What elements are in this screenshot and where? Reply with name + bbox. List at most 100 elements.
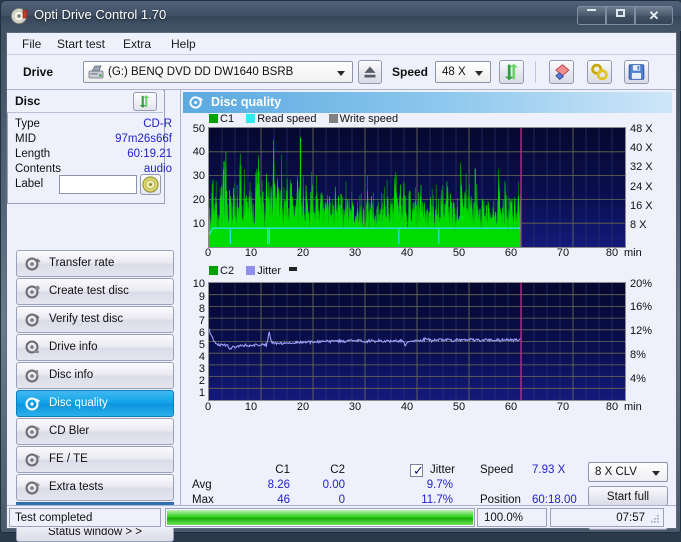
- minimize-button[interactable]: [577, 6, 606, 25]
- cd-disc-icon: [142, 176, 159, 193]
- save-disk-icon: [628, 64, 645, 80]
- menu-extra[interactable]: Extra: [117, 36, 157, 52]
- c1-chart: C1 Read speed Write speed 50 40 30 20 10…: [181, 113, 677, 248]
- start-full-button[interactable]: Start full: [588, 486, 668, 506]
- refresh-icon: [505, 63, 518, 81]
- sidebar-item-disc-quality[interactable]: Disc quality: [16, 390, 174, 417]
- eject-icon: [364, 66, 376, 78]
- c1-rtick-48x: 48 X: [630, 123, 653, 135]
- c2-rtick-4pct: 4%: [630, 373, 646, 385]
- stats-avg-c1: 8.26: [267, 479, 290, 491]
- stats-avg-jitter: 9.7%: [426, 479, 453, 491]
- disc-info-icon: [25, 369, 39, 383]
- c2-xtick-50: 50: [452, 401, 466, 413]
- c1-xtick-40: 40: [400, 247, 414, 259]
- tools-button[interactable]: [587, 60, 612, 84]
- c2-plot-area[interactable]: [208, 282, 626, 401]
- sidebar-item-drive-info[interactable]: Drive info: [16, 334, 174, 361]
- refresh-button[interactable]: [499, 60, 524, 84]
- save-button[interactable]: [624, 60, 649, 84]
- c1-ytick-10: 10: [192, 218, 205, 230]
- stats-speed-value: 7.93 X: [532, 464, 566, 476]
- disc-bler-icon: [25, 425, 40, 439]
- maximize-button[interactable]: [606, 6, 635, 25]
- disc-info-icon: [25, 340, 39, 354]
- c1-xtick-30: 30: [348, 247, 362, 259]
- c1-xaxis-unit: min: [624, 247, 642, 259]
- write-speed-select[interactable]: 8 X CLV: [588, 462, 668, 482]
- disc-label-input[interactable]: [59, 175, 137, 194]
- menu-help[interactable]: Help: [165, 36, 202, 52]
- c2-ytick-8: 8: [198, 303, 205, 315]
- chevron-down-icon: [337, 71, 345, 76]
- stats-col-c1: C1: [275, 464, 290, 476]
- c2-ytick-2: 2: [198, 375, 205, 387]
- c2-xaxis-unit: min: [624, 401, 642, 413]
- left-panel: Disc Type CD-R MID 97m26s66f Length 60:1…: [7, 90, 180, 542]
- c2-ytick-3: 3: [198, 363, 205, 375]
- c1-rtick-16x: 16 X: [630, 200, 653, 212]
- disc-refresh-button[interactable]: [133, 92, 157, 111]
- menu-start-test[interactable]: Start test: [51, 36, 111, 52]
- c2-xtick-20: 20: [296, 401, 310, 413]
- percent-value: 100.0%: [484, 512, 524, 524]
- c2-xtick-40: 40: [400, 401, 414, 413]
- sidebar-item-verify-test-disc[interactable]: Verify test disc: [16, 306, 174, 333]
- elapsed-time-value: 07:57: [616, 512, 645, 524]
- c2-ytick-1: 1: [198, 387, 205, 399]
- sidebar-item-fe-te[interactable]: FE / TE: [16, 446, 174, 473]
- speed-select[interactable]: 48 X: [435, 61, 491, 83]
- c1-xtick-10: 10: [244, 247, 258, 259]
- c2-ytick-5: 5: [198, 339, 205, 351]
- menu-file[interactable]: File: [16, 36, 47, 52]
- disc-burn-icon: [25, 285, 40, 299]
- sidebar-item-label: Disc info: [49, 369, 94, 381]
- legend-label-c1: C1: [220, 113, 235, 125]
- sidebar-item-cd-bler[interactable]: CD Bler: [16, 418, 174, 445]
- sidebar-item-disc-info[interactable]: Disc info: [16, 362, 174, 389]
- c1-xtick-50: 50: [452, 247, 466, 259]
- c2-xtick-30: 30: [348, 401, 362, 413]
- c1-ytick-50: 50: [192, 123, 205, 135]
- close-icon: ✕: [648, 8, 660, 23]
- c1-chart-legend: C1 Read speed Write speed: [209, 113, 398, 125]
- sidebar-item-extra-tests[interactable]: Extra tests: [16, 474, 174, 501]
- disc-label-button[interactable]: [140, 174, 161, 195]
- c1-xtick-20: 20: [296, 247, 310, 259]
- disc-length-label: Length: [15, 148, 51, 160]
- minimize-icon: [587, 9, 596, 11]
- sidebar-item-label: Transfer rate: [49, 257, 115, 269]
- main-panel: Disc quality C1 Read speed Write speed 5…: [180, 90, 676, 505]
- stats-col-c2: C2: [330, 464, 345, 476]
- jitter-checkbox[interactable]: ✓: [410, 463, 424, 478]
- title-bar: Opti Drive Control 1.70 ✕: [1, 1, 681, 31]
- c1-plot-area[interactable]: [208, 127, 626, 248]
- sidebar-item-label: CD Bler: [49, 425, 90, 437]
- drive-select[interactable]: (G:) BENQ DVD DD DW1640 BSRB: [83, 61, 353, 83]
- legend-swatch-jitter: [246, 266, 256, 275]
- c1-rtick-24x: 24 X: [630, 181, 653, 193]
- c2-rtick-12pct: 12%: [630, 325, 653, 337]
- write-speed-select-value: 8 X CLV: [595, 466, 637, 478]
- legend-swatch-c1: [209, 114, 218, 123]
- close-button[interactable]: ✕: [635, 6, 673, 25]
- window-title: Opti Drive Control 1.70: [34, 7, 167, 22]
- c2-rtick-16pct: 16%: [630, 301, 653, 313]
- stats-avg-c2: 0.00: [322, 479, 345, 491]
- eject-button[interactable]: [358, 60, 382, 84]
- sidebar-item-label: Disc quality: [49, 397, 108, 409]
- status-text-box: Test completed: [9, 508, 161, 527]
- menu-bar: File Start test Extra Help: [7, 33, 676, 55]
- sidebar-item-create-test-disc[interactable]: Create test disc: [16, 278, 174, 305]
- c2-ytick-4: 4: [198, 351, 205, 363]
- disc-test-icon: [25, 257, 41, 271]
- c2-ytick-9: 9: [198, 291, 205, 303]
- resize-grip-icon[interactable]: [650, 514, 660, 524]
- sidebar-item-label: Create test disc: [49, 285, 129, 297]
- maximize-icon: [616, 9, 625, 17]
- start-full-label: Start full: [606, 491, 650, 503]
- disc-info-header: Disc: [7, 90, 163, 113]
- stats-panel: C1 C2 ✓ Jitter Avg 8.26 0.00 9.7% Max 46…: [180, 461, 676, 530]
- erase-button[interactable]: [549, 60, 574, 84]
- sidebar-item-transfer-rate[interactable]: Transfer rate: [16, 250, 174, 277]
